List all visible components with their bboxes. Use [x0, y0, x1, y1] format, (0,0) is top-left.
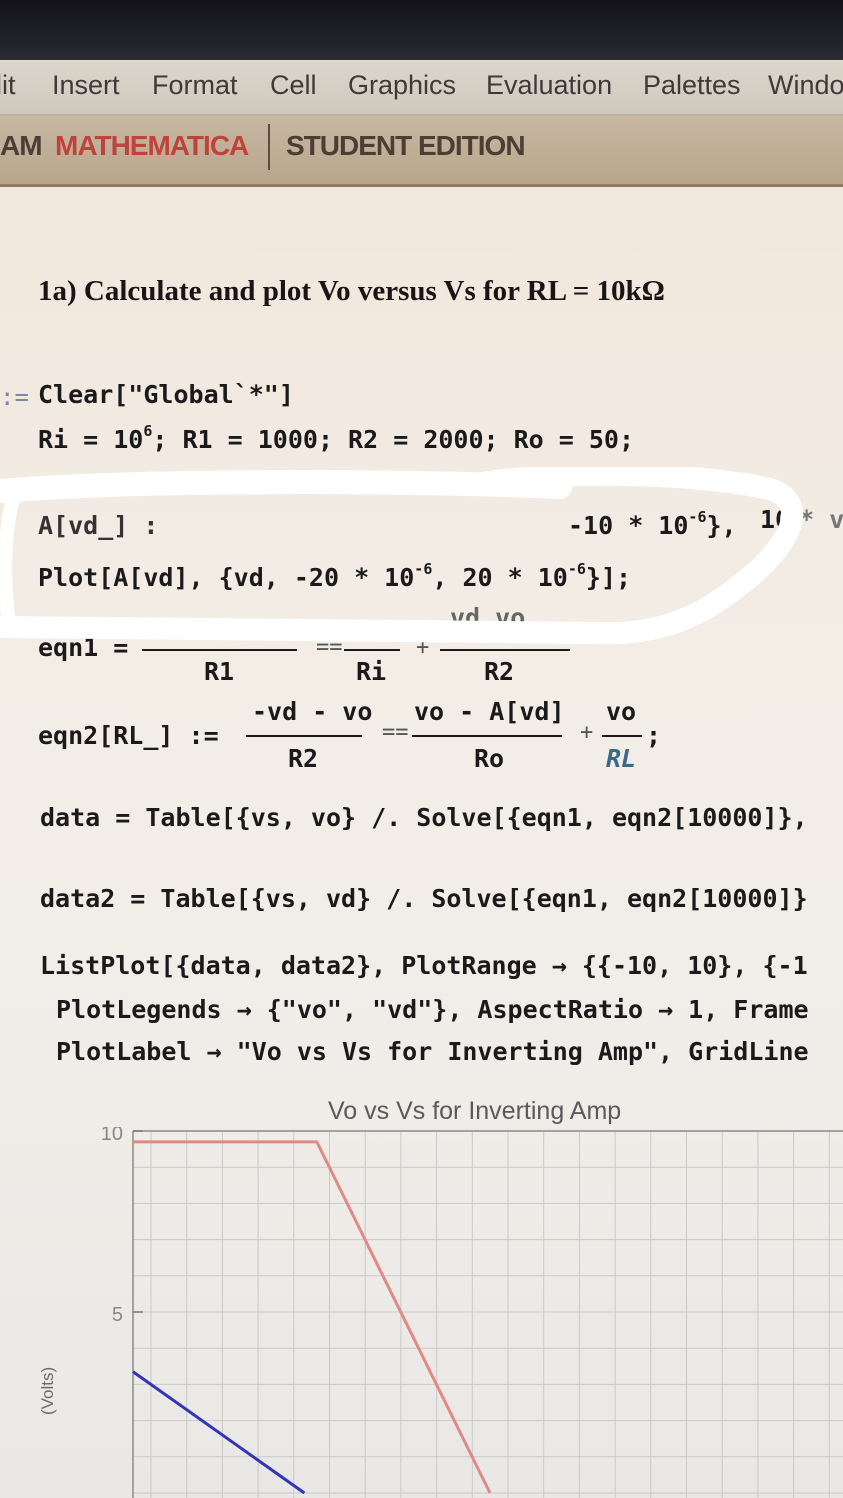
eqn2-fraction-bar-2	[412, 735, 562, 737]
screen-bezel	[0, 0, 843, 60]
banner-edition: STUDENT EDITION	[286, 130, 526, 161]
menu-cell[interactable]: Cell	[270, 70, 317, 101]
eqn1-equals: ==	[316, 635, 343, 660]
eqn2-label[interactable]: eqn2[RL_] :=	[38, 721, 219, 750]
code-data[interactable]: data = Table[{vs, vo} /. Solve[{eqn1, eq…	[40, 803, 808, 832]
eqn2-numerator-3: vo	[606, 697, 637, 726]
menu-evaluation[interactable]: Evaluation	[486, 70, 612, 101]
plot-ylabel: (Volts)	[38, 1366, 57, 1415]
eqn1-fraction-bar-3	[440, 649, 570, 651]
eqn1-numerator-3: vd vo	[450, 603, 526, 632]
plot-area[interactable]: 10 5	[0, 1127, 843, 1498]
eqn2-semicolon: ;	[646, 721, 662, 750]
eqn1-label[interactable]: eqn1 =	[38, 633, 128, 662]
eqn2-denominator-3: RL	[606, 744, 637, 773]
code-a-far[interactable]: 106* v	[760, 502, 843, 534]
series-line-1	[132, 1370, 306, 1495]
eqn2-equals: ==	[382, 720, 409, 745]
eqn2-fraction-bar-1	[246, 735, 362, 737]
input-prompt: :=	[0, 383, 29, 411]
eqn1-denominator-3: R2	[484, 657, 515, 686]
menu-format[interactable]: Format	[152, 70, 238, 101]
banner-prefix: AM	[0, 130, 43, 161]
code-listplot-3[interactable]: PlotLabel → "Vo vs Vs for Inverting Amp"…	[56, 1037, 809, 1066]
menu-bar: lit Insert Format Cell Graphics Evaluati…	[0, 60, 843, 116]
code-clear[interactable]: Clear["Global`*"]	[38, 380, 294, 409]
code-listplot-2[interactable]: PlotLegends → {"vo", "vd"}, AspectRatio …	[56, 995, 809, 1024]
code-plot-a[interactable]: Plot[A[vd], {vd, -20 * 10-6, 20 * 10-6}]…	[38, 560, 631, 592]
banner-separator	[268, 124, 270, 170]
code-data2[interactable]: data2 = Table[{vs, vd} /. Solve[{eqn1, e…	[40, 884, 808, 913]
eqn1-fraction-bar-1	[142, 649, 297, 651]
eqn2-plus: +	[580, 720, 594, 745]
eqn1-plus: +	[416, 635, 430, 660]
eqn2-denominator-2: Ro	[474, 744, 505, 773]
code-listplot-1[interactable]: ListPlot[{data, data2}, PlotRange → {{-1…	[40, 951, 808, 980]
banner-product: MATHEMATICA	[55, 130, 249, 161]
eqn1-fraction-bar-2	[344, 649, 400, 651]
eqn1-denominator-1: R1	[204, 657, 235, 686]
code-a-right[interactable]: -10 * 10-6},	[568, 508, 737, 540]
eqn2-fraction-bar-3	[602, 735, 642, 737]
eqn1-denominator-2: Ri	[356, 657, 387, 686]
eqn2-numerator-2: vo - A[vd]	[414, 697, 565, 726]
menu-edit[interactable]: lit	[0, 70, 16, 101]
menu-insert[interactable]: Insert	[52, 70, 120, 101]
menu-window[interactable]: Windo	[768, 70, 843, 101]
code-params[interactable]: Ri = 106; R1 = 1000; R2 = 2000; Ro = 50;	[38, 422, 634, 454]
eqn2-numerator-1: -vd - vo	[252, 697, 373, 726]
plot-title: Vo vs Vs for Inverting Amp	[328, 1097, 622, 1125]
code-a-definition[interactable]: A[vd_] :	[38, 511, 158, 540]
eqn2-denominator-1: R2	[288, 744, 319, 773]
product-banner: AM MATHEMATICA STUDENT EDITION	[0, 116, 843, 187]
section-title: 1a) Calculate and plot Vo versus Vs for …	[38, 275, 665, 307]
y-tick-label-1: 5	[112, 1304, 123, 1326]
y-tick-label-0: 10	[101, 1127, 123, 1145]
menu-graphics[interactable]: Graphics	[348, 70, 456, 101]
notebook-page[interactable]: 1a) Calculate and plot Vo versus Vs for …	[0, 187, 843, 1498]
menu-palettes[interactable]: Palettes	[643, 70, 741, 101]
